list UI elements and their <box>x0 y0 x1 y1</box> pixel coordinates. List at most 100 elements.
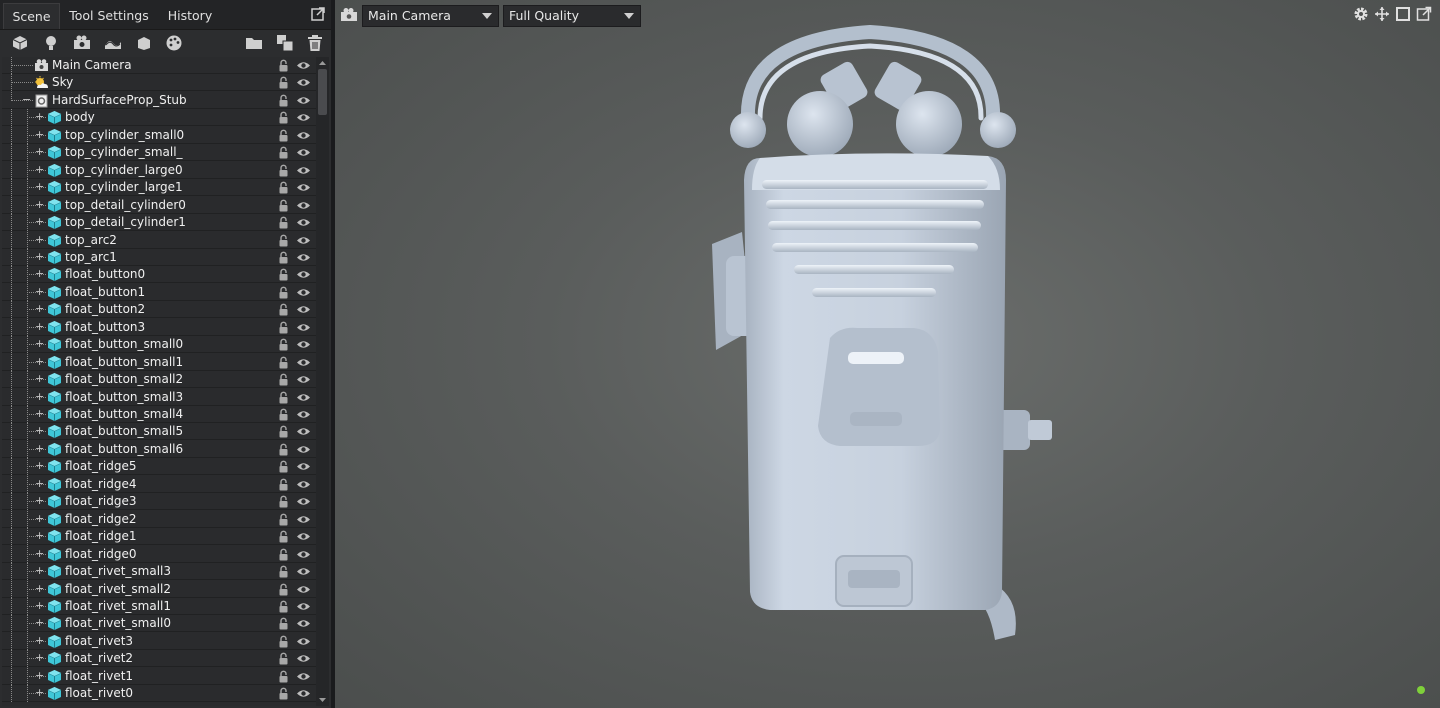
visibility-eye-icon[interactable] <box>296 182 311 193</box>
visibility-eye-icon[interactable] <box>296 235 311 246</box>
lock-icon[interactable] <box>278 59 289 72</box>
lock-icon[interactable] <box>278 199 289 212</box>
tree-row[interactable]: + top_arc1 <box>2 249 316 266</box>
tab-tool-settings[interactable]: Tool Settings <box>62 3 156 29</box>
lock-icon[interactable] <box>278 234 289 247</box>
tree-row[interactable]: + float_ridge4 <box>2 476 316 493</box>
cube-icon[interactable] <box>11 34 29 52</box>
expand-icon[interactable]: + <box>35 565 44 576</box>
expand-icon[interactable]: + <box>35 164 44 175</box>
tree-row[interactable]: + float_ridge1 <box>2 528 316 545</box>
lock-icon[interactable] <box>278 373 289 386</box>
expand-icon[interactable]: + <box>35 321 44 332</box>
visibility-eye-icon[interactable] <box>296 392 311 403</box>
lock-icon[interactable] <box>278 460 289 473</box>
lock-icon[interactable] <box>278 286 289 299</box>
tree-row[interactable]: + float_rivet2 <box>2 650 316 667</box>
lock-icon[interactable] <box>278 600 289 613</box>
tree-row[interactable]: + top_detail_cylinder1 <box>2 214 316 231</box>
visibility-eye-icon[interactable] <box>296 461 311 472</box>
lock-icon[interactable] <box>278 216 289 229</box>
lock-icon[interactable] <box>278 583 289 596</box>
expand-icon[interactable]: + <box>35 373 44 384</box>
expand-icon[interactable]: + <box>35 251 44 262</box>
lock-icon[interactable] <box>278 635 289 648</box>
lightbulb-icon[interactable] <box>42 34 60 52</box>
terrain-icon[interactable] <box>104 34 122 52</box>
visibility-eye-icon[interactable] <box>296 531 311 542</box>
expand-icon[interactable]: + <box>35 583 44 594</box>
tree-row[interactable]: + float_rivet_small0 <box>2 615 316 632</box>
scroll-up-arrow-icon[interactable] <box>316 57 329 69</box>
visibility-eye-icon[interactable] <box>296 653 311 664</box>
lock-icon[interactable] <box>278 356 289 369</box>
expand-icon[interactable]: + <box>35 687 44 698</box>
lock-icon[interactable] <box>278 530 289 543</box>
lock-icon[interactable] <box>278 617 289 630</box>
visibility-eye-icon[interactable] <box>296 409 311 420</box>
lock-icon[interactable] <box>278 321 289 334</box>
tree-row[interactable]: Main Camera <box>2 57 316 74</box>
expand-icon[interactable]: + <box>35 513 44 524</box>
expand-icon[interactable]: + <box>35 268 44 279</box>
visibility-eye-icon[interactable] <box>296 147 311 158</box>
visibility-eye-icon[interactable] <box>296 618 311 629</box>
lock-icon[interactable] <box>278 181 289 194</box>
expand-icon[interactable]: + <box>35 443 44 454</box>
camera-icon[interactable] <box>73 34 91 52</box>
expand-icon[interactable]: + <box>35 460 44 471</box>
tree-row[interactable]: + top_arc2 <box>2 232 316 249</box>
lock-icon[interactable] <box>278 76 289 89</box>
expand-icon[interactable]: + <box>35 129 44 140</box>
expand-icon[interactable]: + <box>35 146 44 157</box>
tree-row[interactable]: + top_cylinder_large1 <box>2 179 316 196</box>
tree-row[interactable]: + top_detail_cylinder0 <box>2 197 316 214</box>
tree-row[interactable]: + float_rivet1 <box>2 668 316 685</box>
expand-icon[interactable]: + <box>35 199 44 210</box>
visibility-eye-icon[interactable] <box>296 566 311 577</box>
expand-icon[interactable]: + <box>35 234 44 245</box>
folder-icon[interactable] <box>245 34 263 52</box>
lock-icon[interactable] <box>278 164 289 177</box>
visibility-eye-icon[interactable] <box>296 549 311 560</box>
expand-icon[interactable]: + <box>35 478 44 489</box>
tree-row[interactable]: + float_button_small1 <box>2 354 316 371</box>
expand-icon[interactable]: + <box>35 495 44 506</box>
tree-row[interactable]: + body <box>2 109 316 126</box>
quality-dropdown[interactable]: Full Quality <box>503 5 641 27</box>
duplicate-icon[interactable] <box>276 34 294 52</box>
tree-row[interactable]: + float_ridge5 <box>2 458 316 475</box>
visibility-eye-icon[interactable] <box>296 514 311 525</box>
visibility-eye-icon[interactable] <box>296 479 311 490</box>
expand-icon[interactable]: + <box>35 356 44 367</box>
expand-icon[interactable]: + <box>35 425 44 436</box>
maximize-icon[interactable] <box>1395 6 1411 22</box>
lock-icon[interactable] <box>278 425 289 438</box>
tab-history[interactable]: History <box>158 3 222 29</box>
expand-icon[interactable]: + <box>35 111 44 122</box>
scrollbar-thumb[interactable] <box>318 69 327 115</box>
tree-row[interactable]: + float_rivet_small3 <box>2 563 316 580</box>
popout-icon[interactable] <box>1416 6 1432 22</box>
expand-icon[interactable]: + <box>35 530 44 541</box>
expand-icon[interactable]: + <box>35 548 44 559</box>
lock-icon[interactable] <box>278 670 289 683</box>
tree-row[interactable]: + float_rivet0 <box>2 685 316 702</box>
hierarchy-scrollbar[interactable] <box>316 57 329 706</box>
expand-icon[interactable]: + <box>35 286 44 297</box>
tree-row[interactable]: + top_cylinder_small0 <box>2 127 316 144</box>
tree-row[interactable]: + top_cylinder_small_ <box>2 144 316 161</box>
collapse-icon[interactable]: − <box>22 94 31 105</box>
tree-row[interactable]: + float_ridge2 <box>2 511 316 528</box>
visibility-eye-icon[interactable] <box>296 217 311 228</box>
trash-icon[interactable] <box>306 34 324 52</box>
camera-dropdown[interactable]: Main Camera <box>362 5 499 27</box>
expand-icon[interactable]: + <box>35 652 44 663</box>
visibility-eye-icon[interactable] <box>296 636 311 647</box>
expand-icon[interactable]: + <box>35 617 44 628</box>
tree-row[interactable]: Sky <box>2 74 316 91</box>
visibility-eye-icon[interactable] <box>296 357 311 368</box>
tree-row[interactable]: + float_button_small2 <box>2 371 316 388</box>
visibility-eye-icon[interactable] <box>296 95 311 106</box>
visibility-eye-icon[interactable] <box>296 304 311 315</box>
